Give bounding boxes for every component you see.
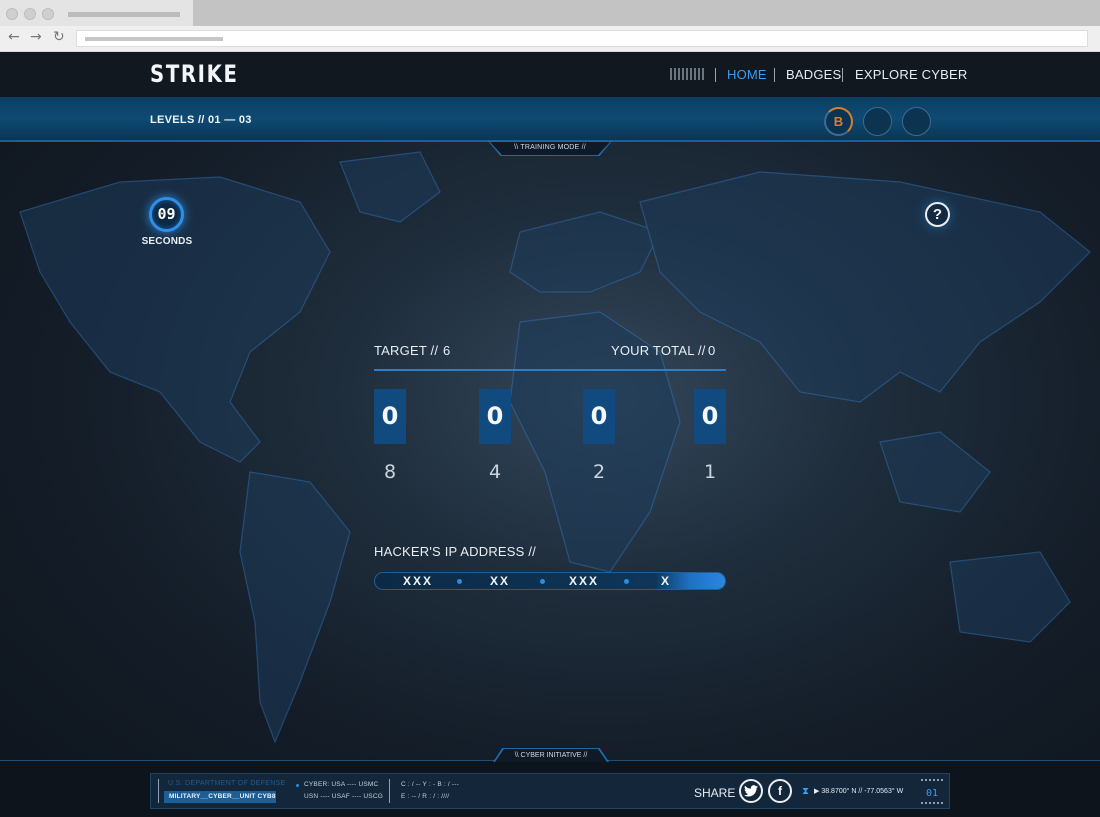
cyber-initiative-label: \\ CYBER INITIATIVE //	[514, 752, 588, 759]
badge-b-icon[interactable]: B	[824, 107, 853, 136]
department-label: U.S. DEPARTMENT OF DEFENSE	[168, 780, 286, 787]
window-maximize-dot[interactable]	[42, 8, 54, 20]
bit-weight-label: 4	[488, 461, 502, 483]
bit-toggle-8[interactable]: 0	[374, 389, 406, 444]
countdown-timer: 09	[149, 197, 184, 232]
address-bar[interactable]	[76, 30, 1088, 47]
strike-logo[interactable]: STRIKE	[150, 60, 239, 88]
footer-panel: U.S. DEPARTMENT OF DEFENSE MILITARY__CYB…	[150, 773, 950, 809]
target-value: 6	[443, 343, 451, 358]
top-navigation: STRIKE HOME BADGES EXPLORE CYBER	[0, 52, 1100, 97]
forward-arrow-icon[interactable]: →	[30, 29, 42, 45]
nav-divider	[842, 68, 843, 82]
branches-line-1: CYBER: USA ---- USMC	[304, 781, 379, 788]
nav-divider	[715, 68, 716, 82]
bit-weight-label: 8	[383, 461, 397, 483]
strike-app: STRIKE HOME BADGES EXPLORE CYBER LEVELS …	[0, 52, 1100, 817]
levels-indicator: LEVELS // 01 — 03	[150, 114, 252, 126]
branches-line-2: USN ---- USAF ---- USCG	[304, 793, 383, 800]
unit-tag: MILITARY__CYBER__UNIT CYB8	[164, 791, 276, 803]
badge-empty-icon[interactable]	[863, 107, 892, 136]
nav-divider	[774, 68, 775, 82]
badge-empty-icon[interactable]	[902, 107, 931, 136]
training-mode-label: \\ TRAINING MODE //	[514, 144, 586, 151]
bit-weight-label: 1	[703, 461, 717, 483]
nav-home[interactable]: HOME	[727, 67, 767, 82]
browser-tab-strip	[0, 0, 1100, 26]
your-total-label: YOUR TOTAL //	[611, 343, 706, 358]
world-map-background	[19, 151, 1091, 744]
nav-badges[interactable]: BADGES	[786, 67, 841, 82]
ip-segment: X	[661, 574, 672, 588]
hourglass-icon: ⧗	[802, 786, 810, 797]
tab-title-placeholder	[68, 12, 180, 17]
reload-icon[interactable]: ↻	[53, 29, 65, 45]
ip-separator-dot	[540, 579, 545, 584]
browser-toolbar: ← → ↻	[0, 26, 1100, 52]
window-close-dot[interactable]	[6, 8, 18, 20]
back-arrow-icon[interactable]: ←	[8, 29, 20, 45]
help-icon[interactable]: ?	[925, 202, 950, 227]
codes-line-2: E : -- / R : / : ////	[401, 793, 450, 800]
bit-weight-label: 2	[592, 461, 606, 483]
window-minimize-dot[interactable]	[24, 8, 36, 20]
share-label: SHARE	[694, 786, 736, 800]
ip-segment: XX	[490, 574, 511, 588]
bit-toggle-2[interactable]: 0	[583, 389, 615, 444]
timer-unit-label: SECONDS	[141, 236, 193, 247]
twitter-icon[interactable]	[739, 779, 763, 803]
coordinates-readout: ▶ 38.8700° N // -77.0563° W	[814, 788, 904, 795]
facebook-icon[interactable]: f	[768, 779, 792, 803]
level-bar: LEVELS // 01 — 03 B	[0, 97, 1100, 142]
ip-separator-dot	[457, 579, 462, 584]
bullet-dot	[296, 784, 299, 787]
bit-toggle-1[interactable]: 0	[694, 389, 726, 444]
ip-segment: XXX	[569, 574, 600, 588]
nav-explore-cyber[interactable]: EXPLORE CYBER	[855, 67, 967, 82]
ip-segment: XXX	[403, 574, 434, 588]
hacker-ip-label: HACKER'S IP ADDRESS //	[374, 544, 536, 559]
your-total-value: 0	[708, 343, 716, 358]
url-placeholder	[85, 37, 223, 41]
signal-bars-icon	[670, 68, 706, 80]
ip-separator-dot	[624, 579, 629, 584]
codes-line-1: C : / -- Y : - B : / ---	[401, 781, 460, 788]
target-label: TARGET //	[374, 343, 439, 358]
footer-divider	[158, 779, 159, 803]
bit-toggle-4[interactable]: 0	[479, 389, 511, 444]
panel-divider	[374, 369, 726, 371]
footer-divider	[389, 779, 390, 803]
hacker-ip-address: XXX XX XXX X	[374, 572, 726, 590]
page-indicator: 01	[921, 779, 943, 804]
browser-tab[interactable]	[0, 0, 193, 26]
